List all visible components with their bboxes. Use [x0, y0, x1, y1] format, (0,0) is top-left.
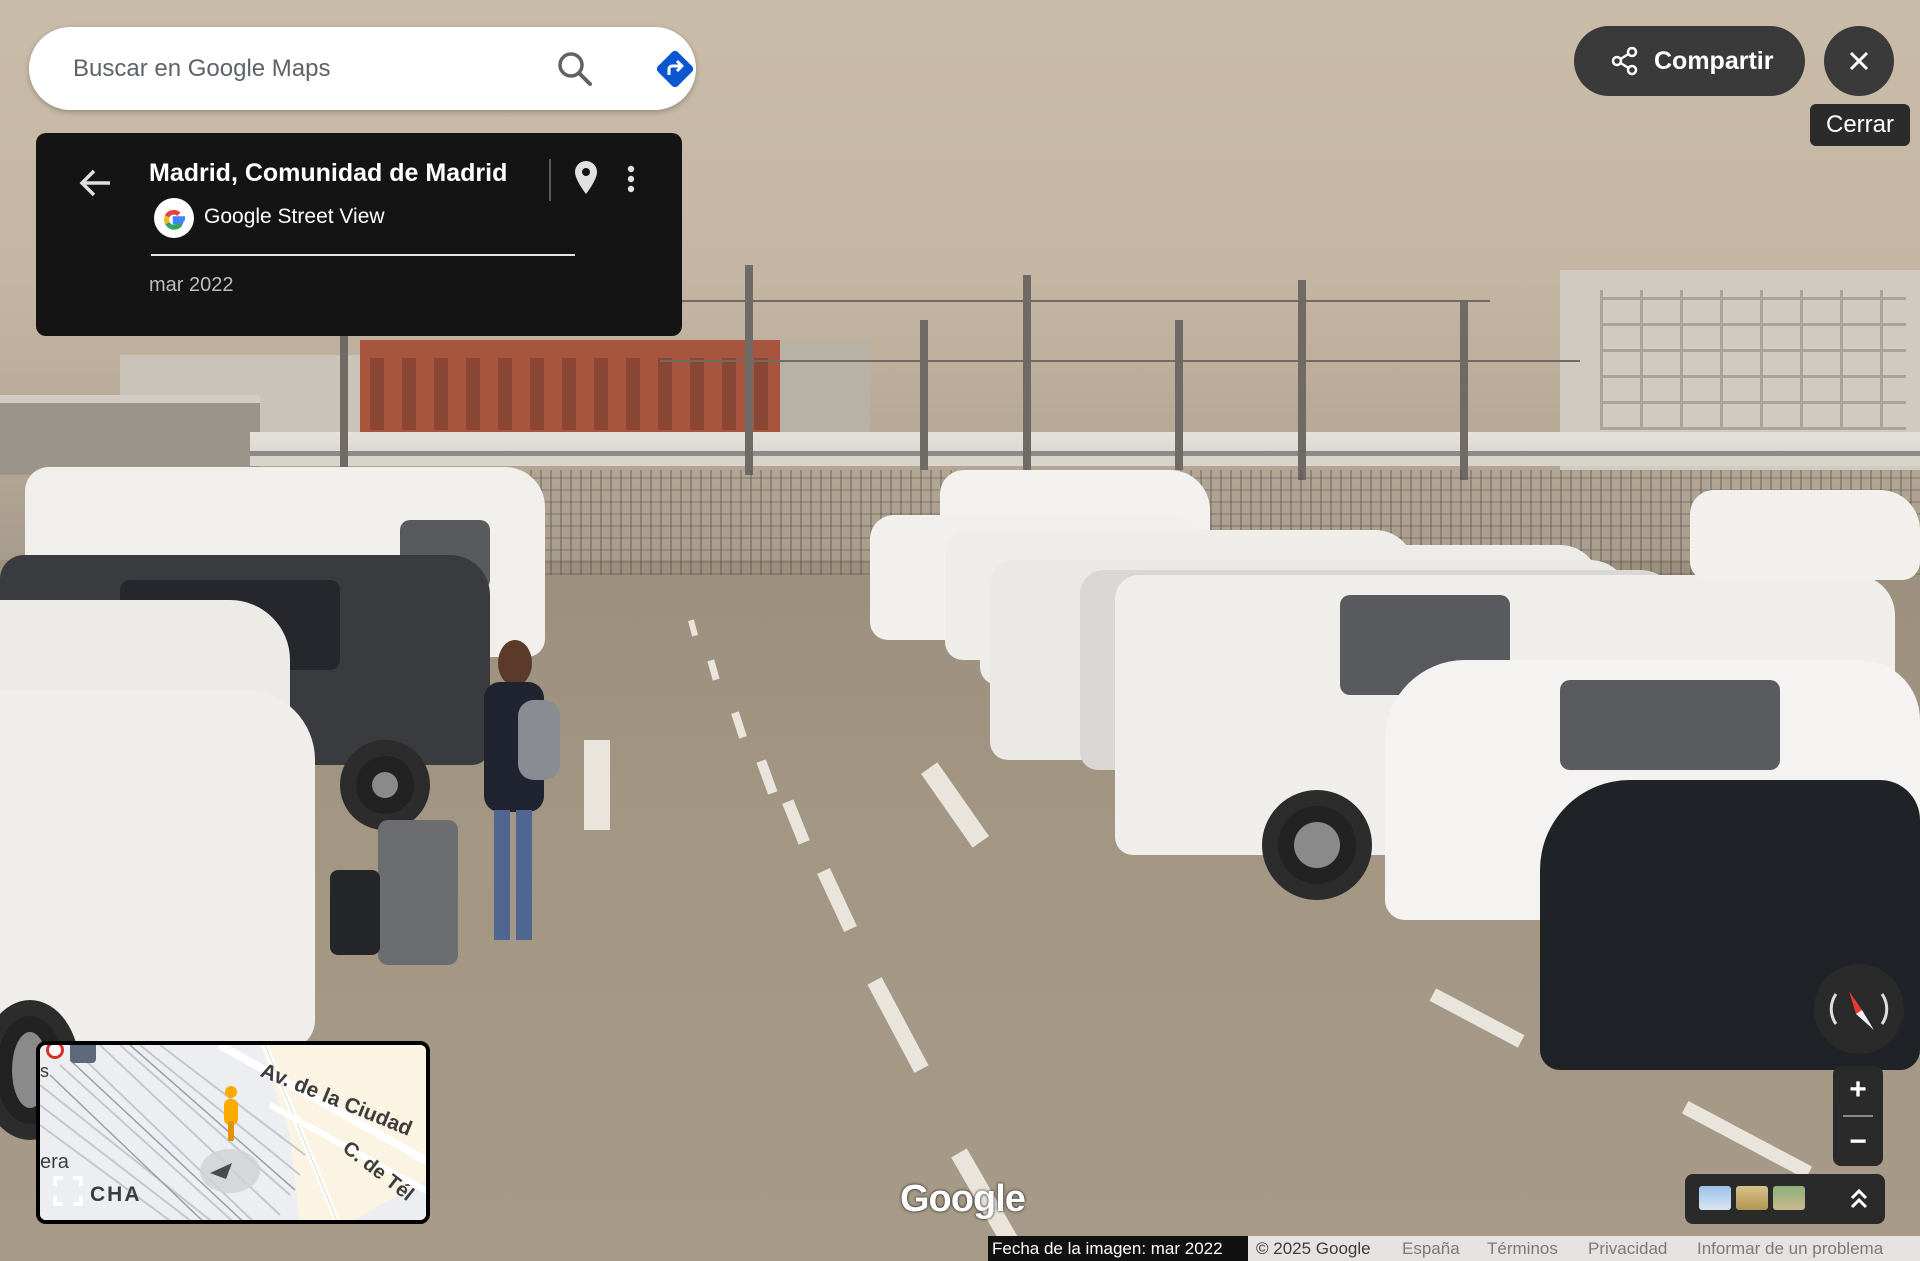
pegman-icon[interactable] — [220, 1085, 242, 1145]
zoom-in-button[interactable]: + — [1833, 1066, 1883, 1114]
compass-icon[interactable] — [1814, 964, 1904, 1054]
imagery-thumbnail[interactable] — [1773, 1186, 1805, 1210]
minimap[interactable]: Av. de la Ciudad C. de Tél era CHA s — [36, 1041, 430, 1224]
more-vert-icon[interactable] — [619, 157, 643, 201]
terms-link[interactable]: Términos — [1487, 1239, 1558, 1259]
image-date: Fecha de la imagen: mar 2022 — [992, 1239, 1223, 1258]
white-van — [1690, 490, 1920, 580]
catenary-pole — [920, 320, 928, 470]
close-icon — [1847, 49, 1871, 73]
divider — [549, 159, 551, 201]
pedestrian — [478, 640, 560, 960]
share-button[interactable]: Compartir — [1574, 26, 1805, 96]
search-icon[interactable] — [555, 49, 595, 89]
copyright: © 2025 Google — [1256, 1239, 1371, 1258]
report-problem-link[interactable]: Informar de un problema — [1697, 1239, 1883, 1259]
train — [250, 432, 1920, 466]
imagery-carousel — [1685, 1174, 1885, 1224]
google-wordmark: Google — [900, 1178, 1026, 1220]
location-pin-icon[interactable] — [566, 157, 606, 201]
privacy-link[interactable]: Privacidad — [1588, 1239, 1667, 1259]
share-icon — [1610, 46, 1640, 76]
close-button[interactable] — [1824, 26, 1894, 96]
directions-icon[interactable] — [653, 47, 697, 91]
brick-building — [360, 340, 830, 440]
building — [780, 340, 870, 440]
minimap-street-label: era — [40, 1151, 69, 1173]
minimap-street-label: CHA — [90, 1183, 142, 1206]
expand-icon[interactable] — [52, 1175, 84, 1207]
car-window — [1560, 680, 1780, 770]
catenary-pole — [1460, 300, 1468, 480]
tyre — [340, 740, 430, 830]
suitcase — [378, 820, 458, 965]
minimap-street-label: s — [40, 1061, 49, 1081]
close-tooltip: Cerrar — [1810, 104, 1910, 146]
catenary-pole — [1023, 275, 1031, 475]
chevron-up-icon[interactable] — [1843, 1183, 1875, 1215]
location-info-card: Madrid, Comunidad de Madrid Google Stree… — [36, 133, 682, 336]
catenary-pole — [1298, 280, 1306, 480]
suitcase — [330, 870, 380, 955]
zoom-controls: + − — [1833, 1066, 1883, 1166]
region-link[interactable]: España — [1402, 1239, 1460, 1259]
share-label: Compartir — [1654, 46, 1774, 75]
capture-date[interactable]: mar 2022 — [149, 274, 234, 297]
white-van — [0, 690, 315, 1050]
imagery-provider[interactable]: Google Street View — [204, 205, 385, 229]
zoom-out-button[interactable]: − — [1833, 1118, 1883, 1166]
metro-icon — [46, 1045, 64, 1059]
train-station-icon — [70, 1045, 96, 1063]
imagery-thumbnail[interactable] — [1736, 1186, 1768, 1210]
catenary-pole — [745, 265, 753, 475]
tyre — [1262, 790, 1372, 900]
arrow-marking — [584, 740, 610, 830]
place-title: Madrid, Comunidad de Madrid — [149, 159, 508, 187]
catenary-pole — [1175, 320, 1183, 470]
search-bar — [29, 27, 696, 110]
shelter — [0, 395, 260, 475]
divider — [1843, 1115, 1873, 1117]
imagery-thumbnail[interactable] — [1699, 1186, 1731, 1210]
search-input[interactable] — [73, 54, 513, 83]
google-g-icon — [154, 198, 194, 238]
overhead-wire — [660, 360, 1580, 362]
back-arrow-icon[interactable] — [72, 159, 120, 207]
divider — [151, 254, 575, 256]
